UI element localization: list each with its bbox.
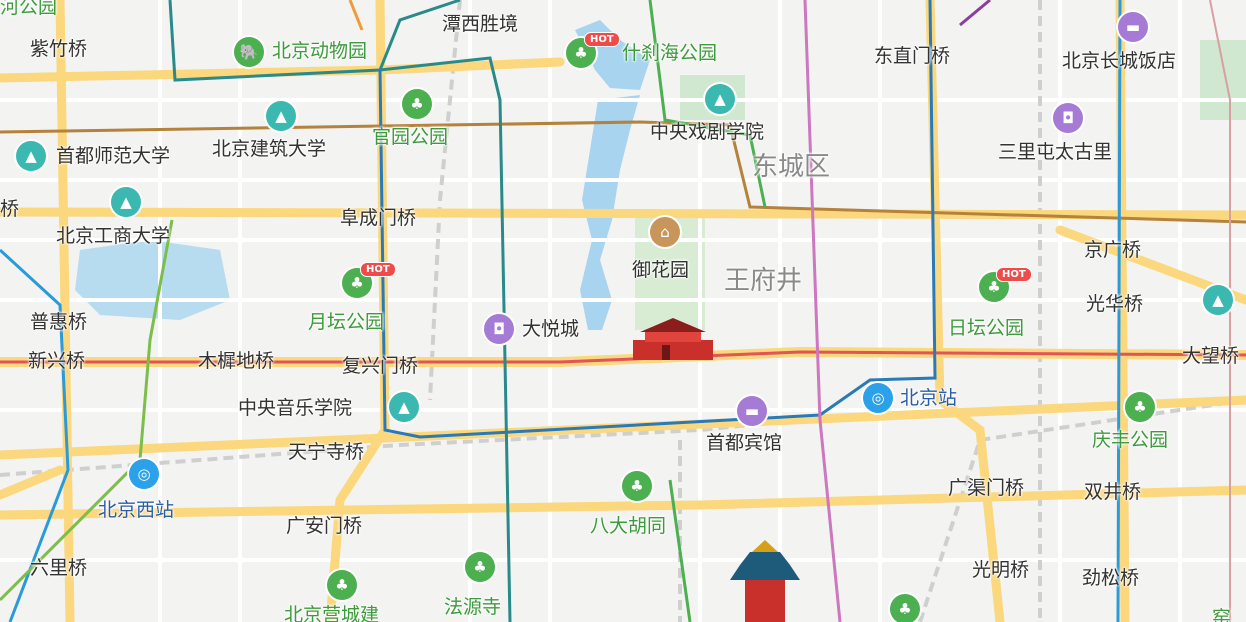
bridge-label[interactable]: 广渠门桥	[948, 477, 1024, 499]
bridge-label[interactable]: 阜成门桥	[340, 207, 416, 229]
poi-label-yuetan[interactable]: 月坛公园	[308, 311, 384, 333]
poi-label-great-wall-hotel[interactable]: 北京长城饭店	[1062, 50, 1176, 72]
poi-label-imperial-garden[interactable]: 御花园	[632, 259, 689, 281]
poi-label-west-station[interactable]: 北京西站	[98, 499, 174, 521]
park-icon[interactable]: ♣	[622, 471, 652, 501]
shopping-bag-icon[interactable]: ◘	[484, 314, 514, 344]
bridge-label[interactable]: 木樨地桥	[198, 350, 274, 372]
palace-icon[interactable]: ⌂	[650, 217, 680, 247]
train-station-icon[interactable]: ◎	[129, 459, 159, 489]
poi-label-ritan[interactable]: 日坛公园	[948, 317, 1024, 339]
poi-label-drama-academy[interactable]: 中央戏剧学院	[650, 121, 764, 143]
park-icon[interactable]: ♣	[327, 570, 357, 600]
area-label[interactable]: 首都宾馆	[706, 432, 782, 454]
poi-label-right-partial[interactable]: 窑	[1212, 607, 1231, 622]
poi-label-jianzhu-univ[interactable]: 北京建筑大学	[212, 138, 326, 160]
poi-label-joy-city[interactable]: 大悦城	[522, 318, 579, 340]
bridge-label[interactable]: 普惠桥	[30, 311, 87, 333]
hot-badge: HOT	[996, 267, 1032, 282]
school-icon[interactable]: ▲	[266, 101, 296, 131]
bridge-label[interactable]: 双井桥	[1084, 481, 1141, 503]
park-icon[interactable]: ♣	[402, 89, 432, 119]
hot-badge: HOT	[584, 32, 620, 47]
bridge-label[interactable]: 劲松桥	[1082, 567, 1139, 589]
poi-label-conservatory[interactable]: 中央音乐学院	[238, 397, 352, 419]
poi-label-daguan[interactable]: 北京营城建	[284, 604, 379, 622]
map-canvas[interactable]: 东城区 王府井 紫竹桥 阜成门桥 复兴门桥 木樨地桥 新兴桥 普惠桥 天宁寺桥 …	[0, 0, 1246, 622]
poi-label-sanlitun[interactable]: 三里屯太古里	[998, 141, 1112, 163]
school-icon[interactable]: ▲	[1203, 285, 1233, 315]
school-icon[interactable]: ▲	[111, 187, 141, 217]
poi-label-fayuansi[interactable]: 法源寺	[444, 596, 501, 618]
shopping-bag-icon[interactable]: ◘	[1053, 103, 1083, 133]
bridge-label[interactable]: 复兴门桥	[342, 355, 418, 377]
bridge-label[interactable]: 桥	[0, 198, 19, 220]
bridge-label[interactable]: 京广桥	[1084, 239, 1141, 261]
district-label-wangfujing: 王府井	[724, 266, 803, 296]
temple-of-heaven-icon	[730, 540, 800, 622]
poi-label-qingfeng[interactable]: 庆丰公园	[1092, 429, 1168, 451]
bridge-label[interactable]: 光明桥	[972, 559, 1029, 581]
bridge-label[interactable]: 大望桥	[1182, 345, 1239, 367]
poi-label-beijing-station[interactable]: 北京站	[900, 387, 957, 409]
poi-label-zoo[interactable]: 北京动物园	[272, 40, 367, 62]
bridge-label[interactable]: 六里桥	[30, 557, 87, 579]
poi-label-gongshang-univ[interactable]: 北京工商大学	[56, 225, 170, 247]
hotel-icon[interactable]: ▬	[737, 396, 767, 426]
park-icon[interactable]: ♣	[890, 594, 920, 622]
poi-label-shichahai[interactable]: 什刹海公园	[622, 42, 717, 64]
school-icon[interactable]: ▲	[16, 141, 46, 171]
train-station-icon[interactable]: ◎	[863, 383, 893, 413]
bridge-label[interactable]: 东直门桥	[874, 45, 950, 67]
hotel-icon[interactable]: ▬	[1118, 12, 1148, 42]
poi-label-capital-normal[interactable]: 首都师范大学	[56, 145, 170, 167]
bridge-label[interactable]: 天宁寺桥	[288, 441, 364, 463]
district-label-dongcheng: 东城区	[752, 152, 831, 182]
bridge-label[interactable]: 新兴桥	[28, 350, 85, 372]
zoo-icon[interactable]: 🐘	[234, 37, 264, 67]
park-icon[interactable]: ♣	[465, 552, 495, 582]
poi-label-guanyuan[interactable]: 官园公园	[372, 126, 448, 148]
bridge-label[interactable]: 紫竹桥	[30, 38, 87, 60]
hot-badge: HOT	[360, 262, 396, 277]
area-label[interactable]: 潭西胜境	[442, 13, 518, 35]
park-label[interactable]: 河公园	[0, 0, 57, 18]
bridge-label[interactable]: 广安门桥	[286, 515, 362, 537]
school-icon[interactable]: ▲	[389, 392, 419, 422]
poi-label-badahutong[interactable]: 八大胡同	[590, 515, 666, 537]
school-icon[interactable]: ▲	[705, 84, 735, 114]
park-icon[interactable]: ♣	[1125, 392, 1155, 422]
bridge-label[interactable]: 光华桥	[1086, 293, 1143, 315]
